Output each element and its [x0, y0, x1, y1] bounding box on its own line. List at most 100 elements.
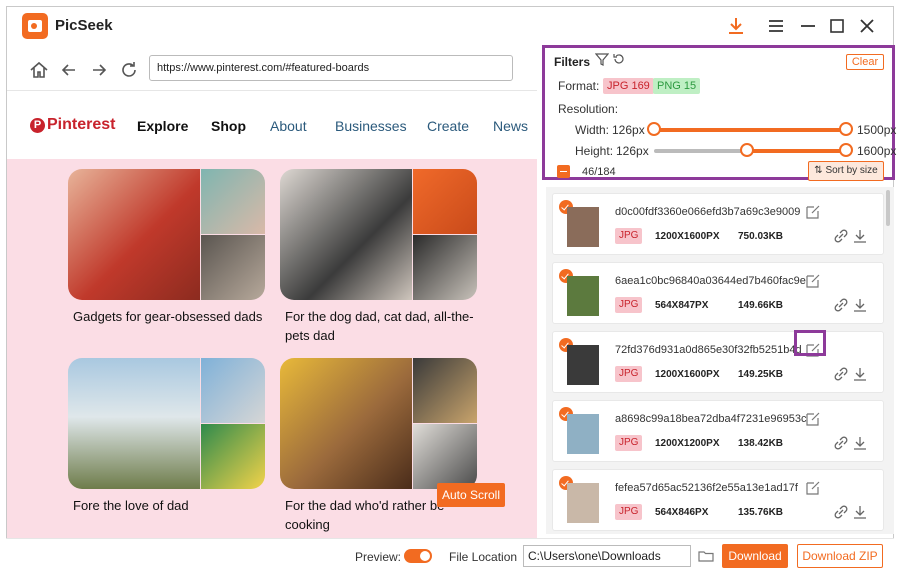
image-thumbnail	[567, 207, 599, 247]
home-icon[interactable]	[27, 59, 51, 83]
clear-button[interactable]: Clear	[846, 54, 884, 70]
image-thumbnail	[567, 345, 599, 385]
link-icon[interactable]	[832, 227, 850, 245]
image-dimensions: 564X847PX	[655, 300, 709, 311]
image-dimensions: 564X846PX	[655, 507, 709, 518]
image-size: 149.25KB	[738, 369, 784, 380]
height-label: Height:	[575, 144, 614, 158]
board-image	[280, 358, 477, 489]
url-input[interactable]	[149, 55, 513, 81]
image-size: 138.42KB	[738, 438, 784, 449]
image-thumbnail	[567, 414, 599, 454]
width-slider-max-handle[interactable]	[839, 122, 853, 136]
maximize-icon[interactable]	[826, 15, 848, 37]
board-title: For the dog dad, cat dad, all-the-pets d…	[285, 309, 474, 343]
title-bar: PicSeek	[7, 7, 893, 45]
image-filename: 6aea1c0bc96840a03644ed7b460fac9e	[615, 275, 806, 287]
image-item[interactable]: a8698c99a18bea72dba4f7231e96953c JPG 120…	[552, 400, 884, 462]
edit-icon-highlight	[794, 330, 826, 356]
board-card[interactable]: Gadgets for gear-obsessed dads	[68, 169, 265, 326]
menu-icon[interactable]	[765, 15, 787, 37]
filters-panel: Filters Clear Format: JPG 169 PNG 15 Res…	[542, 45, 897, 181]
download-icon[interactable]	[851, 434, 869, 452]
nav-news[interactable]: News	[493, 118, 528, 134]
image-dimensions: 1200X1200PX	[655, 438, 720, 449]
link-icon[interactable]	[832, 296, 850, 314]
width-slider-track[interactable]	[654, 128, 846, 132]
edit-icon[interactable]	[804, 272, 822, 290]
reset-icon[interactable]	[612, 52, 626, 69]
format-chip-png[interactable]: PNG 15	[653, 78, 701, 94]
image-list: d0c00fdf3360e066efd3b7a69c3e9009 JPG 120…	[546, 187, 894, 534]
folder-icon[interactable]	[698, 548, 714, 564]
image-filename: d0c00fdf3360e066efd3b7a69c3e9009	[615, 206, 801, 218]
filter-icon[interactable]	[594, 52, 610, 69]
image-item[interactable]: d0c00fdf3360e066efd3b7a69c3e9009 JPG 120…	[552, 193, 884, 255]
width-slider-min-handle[interactable]	[647, 122, 661, 136]
board-card[interactable]: Fore the love of dad	[68, 358, 265, 515]
board-card[interactable]: For the dad who'd rather be cooking	[280, 358, 477, 534]
file-location-label: File Location	[449, 550, 518, 564]
height-slider-max-handle[interactable]	[839, 143, 853, 157]
edit-icon[interactable]	[804, 410, 822, 428]
format-tag: JPG	[615, 366, 643, 382]
list-scrollbar[interactable]	[886, 190, 890, 226]
format-tag: JPG	[615, 504, 643, 520]
select-all-checkbox[interactable]	[557, 165, 570, 178]
download-button[interactable]: Download	[722, 544, 788, 568]
height-slider-min-handle[interactable]	[740, 143, 754, 157]
pinterest-logo[interactable]: P Pinterest	[30, 116, 115, 134]
sort-icon: ⇅	[814, 165, 826, 176]
app-title: PicSeek	[55, 17, 113, 34]
file-location-input[interactable]	[523, 545, 691, 567]
filters-title: Filters	[554, 55, 591, 69]
height-min-value: 126px	[616, 144, 649, 158]
link-icon[interactable]	[832, 434, 850, 452]
download-icon[interactable]	[851, 365, 869, 383]
refresh-icon[interactable]	[117, 59, 141, 83]
forward-icon[interactable]	[87, 59, 111, 83]
download-manager-icon[interactable]	[725, 15, 747, 37]
height-max-value: 1600px	[857, 144, 897, 158]
edit-icon[interactable]	[804, 479, 822, 497]
download-zip-button[interactable]: Download ZIP	[797, 544, 883, 568]
height-slider-track[interactable]	[750, 149, 846, 153]
nav-create[interactable]: Create	[427, 118, 469, 134]
link-icon[interactable]	[832, 503, 850, 521]
image-item[interactable]: fefea57d65ac52136f2e55a13e1ad17f JPG 564…	[552, 469, 884, 531]
format-tag: JPG	[615, 435, 643, 451]
board-title: Gadgets for gear-obsessed dads	[73, 309, 263, 324]
board-card[interactable]: For the dog dad, cat dad, all-the-pets d…	[280, 169, 477, 345]
app-logo-icon	[22, 13, 48, 39]
format-chip-jpg[interactable]: JPG 169	[603, 78, 654, 94]
download-icon[interactable]	[851, 227, 869, 245]
download-icon[interactable]	[851, 296, 869, 314]
download-icon[interactable]	[851, 503, 869, 521]
edit-icon[interactable]	[804, 203, 822, 221]
image-size: 135.76KB	[738, 507, 784, 518]
image-size: 750.03KB	[738, 231, 784, 242]
format-label: Format:	[558, 79, 600, 93]
selection-count: 46/184	[582, 166, 616, 178]
minimize-icon[interactable]	[797, 15, 819, 37]
preview-label: Preview:	[355, 550, 402, 564]
height-slider-track-inactive[interactable]	[654, 149, 750, 153]
browser-toolbar	[7, 51, 537, 91]
nav-about[interactable]: About	[270, 118, 307, 134]
nav-explore[interactable]: Explore	[137, 118, 188, 134]
back-icon[interactable]	[57, 59, 81, 83]
board-image	[280, 169, 477, 300]
close-icon[interactable]	[856, 15, 878, 37]
auto-scroll-button[interactable]: Auto Scroll	[437, 483, 505, 507]
pinterest-logo-icon: P	[30, 118, 45, 133]
resolution-label: Resolution:	[558, 102, 619, 116]
image-item[interactable]: 6aea1c0bc96840a03644ed7b460fac9e JPG 564…	[552, 262, 884, 324]
image-filename: 72fd376d931a0d865e30f32fb5251b4d	[615, 344, 802, 356]
image-filename: fefea57d65ac52136f2e55a13e1ad17f	[615, 482, 798, 494]
preview-toggle[interactable]	[404, 549, 432, 563]
sort-by-size-button[interactable]: ⇅ Sort by size	[808, 161, 884, 181]
nav-businesses[interactable]: Businesses	[335, 118, 407, 134]
nav-shop[interactable]: Shop	[211, 118, 246, 134]
link-icon[interactable]	[832, 365, 850, 383]
image-item[interactable]: 72fd376d931a0d865e30f32fb5251b4d JPG 120…	[552, 331, 884, 393]
